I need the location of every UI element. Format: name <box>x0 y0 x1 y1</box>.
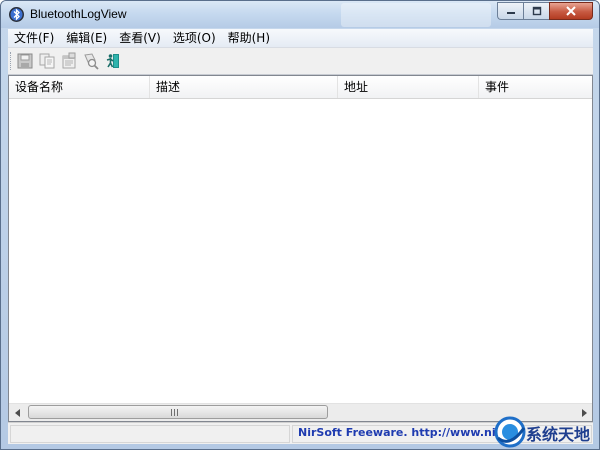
menu-file[interactable]: 文件(F) <box>8 29 60 47</box>
menu-edit[interactable]: 编辑(E) <box>60 29 113 47</box>
properties-button[interactable] <box>60 52 78 70</box>
toolbar-grip[interactable] <box>10 52 14 70</box>
column-header-event[interactable]: 事件 <box>479 76 592 98</box>
menu-bar: 文件(F) 编辑(E) 查看(V) 选项(O) 帮助(H) <box>8 29 593 47</box>
column-header-address[interactable]: 地址 <box>338 76 479 98</box>
scroll-left-button[interactable] <box>9 404 26 421</box>
copy-button[interactable] <box>38 52 56 70</box>
save-icon <box>17 53 33 69</box>
menu-view[interactable]: 查看(V) <box>113 29 167 47</box>
title-bar[interactable]: BluetoothLogView <box>1 1 599 28</box>
close-button[interactable] <box>549 2 593 20</box>
app-window: BluetoothLogView 文件(F) 编辑(E) 查看(V) 选项(O)… <box>0 0 600 450</box>
watermark-text: 系统天地 <box>526 425 591 444</box>
status-pane-left <box>10 425 290 443</box>
maximize-button[interactable] <box>523 2 549 20</box>
table-header: 设备名称 描述 地址 事件 <box>9 76 592 99</box>
minimize-icon <box>498 3 523 19</box>
column-header-device-name[interactable]: 设备名称 <box>9 76 150 98</box>
close-icon <box>550 3 592 19</box>
site-watermark: 系统天地 <box>492 414 600 450</box>
background-window-ghost <box>341 3 491 27</box>
caption-buttons <box>497 2 593 20</box>
save-button[interactable] <box>16 52 34 70</box>
minimize-button[interactable] <box>497 2 523 20</box>
find-button[interactable] <box>82 52 100 70</box>
arrow-left-icon <box>14 408 20 417</box>
nirsoft-link[interactable]: NirSoft Freeware. http://www.nirsoft.net <box>298 423 508 443</box>
menu-options[interactable]: 选项(O) <box>167 29 222 47</box>
exit-icon <box>106 54 119 68</box>
watermark-logo-icon <box>494 416 526 448</box>
copy-icon <box>39 53 55 69</box>
menu-help[interactable]: 帮助(H) <box>222 29 276 47</box>
maximize-icon <box>524 3 549 19</box>
column-header-description[interactable]: 描述 <box>150 76 338 98</box>
find-icon <box>84 53 99 70</box>
toolbar <box>8 47 593 75</box>
device-log-table[interactable]: 设备名称 描述 地址 事件 <box>8 75 593 422</box>
properties-icon <box>62 52 76 69</box>
grip-icon <box>171 409 180 416</box>
scroll-thumb[interactable] <box>28 405 328 419</box>
bluetooth-app-icon <box>9 7 24 22</box>
window-title: BluetoothLogView <box>30 7 127 21</box>
exit-button[interactable] <box>104 52 122 70</box>
